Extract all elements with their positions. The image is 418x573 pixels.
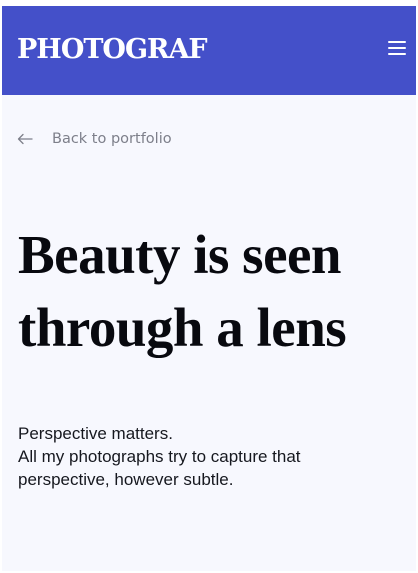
intro-line: Perspective matters. — [18, 424, 173, 443]
headline-line: Beauty is seen — [18, 224, 342, 285]
intro-line: perspective, however subtle. — [18, 470, 234, 489]
page-headline: Beauty is seen through a lens — [18, 218, 408, 364]
menu-bar — [388, 53, 406, 55]
page-frame: PHOTOGRAF Back to portfolio Beauty is se… — [2, 6, 416, 571]
site-header: PHOTOGRAF — [2, 6, 416, 95]
arrow-left-icon — [17, 133, 33, 145]
menu-bar — [388, 41, 406, 43]
brand-logo[interactable]: PHOTOGRAF — [17, 30, 208, 70]
intro-line: All my photographs try to capture that — [18, 447, 301, 466]
headline-line: through a lens — [18, 297, 347, 358]
hamburger-menu-icon[interactable] — [386, 38, 408, 58]
back-link-label: Back to portfolio — [52, 131, 172, 147]
menu-bar — [388, 47, 406, 49]
back-to-portfolio-link[interactable]: Back to portfolio — [17, 127, 172, 151]
intro-paragraph: Perspective matters. All my photographs … — [18, 422, 408, 491]
